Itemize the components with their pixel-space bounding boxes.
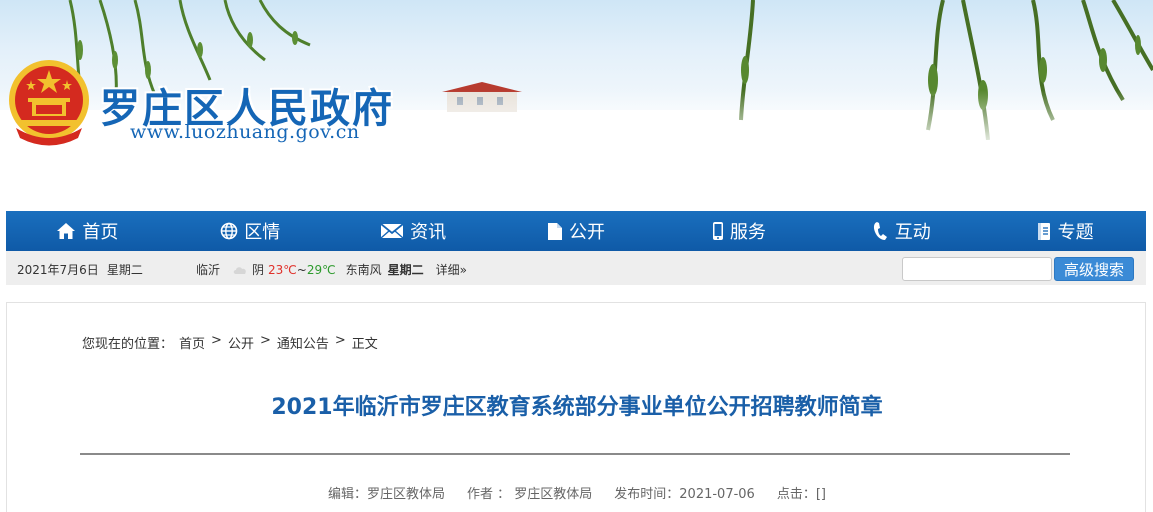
weather-widget: 临沂 阴 23℃ ~ 29℃ 东南风 星期二 详细» (196, 261, 467, 278)
meta-clicks: 点击：[] (776, 487, 826, 502)
header-banner: 罗庄区人民政府 www.luozhuang.gov.cn (0, 0, 1153, 210)
main-nav: 首页 区情 资讯 公开 服务 互动 专题 (6, 211, 1146, 251)
nav-label: 资讯 (410, 222, 447, 243)
nav-label: 公开 (569, 222, 605, 243)
breadcrumb-home[interactable]: 首页 (179, 333, 205, 352)
info-bar: 2021年7月6日 星期二 临沂 阴 23℃ ~ 29℃ 东南风 星期二 详细» … (6, 251, 1146, 285)
breadcrumb-prefix: 您现在的位置： (82, 337, 174, 352)
cloud-icon (233, 266, 246, 274)
breadcrumb-separator: > (211, 333, 222, 348)
breadcrumb-notices[interactable]: 通知公告 (277, 333, 329, 352)
article-title: 2021年临沂市罗庄区教育系统部分事业单位公开招聘教师简章 (271, 395, 883, 420)
search-input[interactable] (902, 257, 1052, 281)
mail-icon (380, 223, 404, 239)
weather-wind: 东南风 (345, 263, 382, 277)
weather-condition: 阴 (252, 263, 265, 277)
nav-item-service[interactable]: 服务 (657, 211, 820, 251)
advanced-search-button[interactable]: 高级搜索 (1054, 257, 1134, 281)
meta-author: 作者 ： 罗庄区教体局 (467, 487, 593, 502)
handset-icon (873, 222, 887, 240)
meta-publish-time: 发布时间：2021-07-06 (614, 487, 755, 502)
nav-item-district[interactable]: 区情 (169, 211, 332, 251)
nav-label: 互动 (894, 222, 931, 243)
temp-low: 29℃ (306, 262, 336, 277)
weather-detail-link[interactable]: 详细» (436, 261, 467, 278)
date-text: 2021年7月6日 (17, 263, 99, 277)
nav-label: 首页 (82, 222, 119, 243)
breadcrumb-separator: > (259, 333, 271, 348)
home-icon (57, 223, 76, 239)
breadcrumb-separator: > (334, 333, 346, 348)
document-icon (548, 222, 562, 240)
nav-item-public[interactable]: 公开 (495, 211, 658, 251)
nav-item-interact[interactable]: 互动 (820, 211, 983, 251)
nav-label: 服务 (729, 222, 766, 243)
book-icon (1037, 222, 1050, 240)
weather-city: 临沂 (196, 263, 221, 277)
temp-high: 23℃ (268, 262, 297, 277)
breadcrumb: 您现在的位置： 首页 > 公开 > 通知公告 > 正文 (82, 333, 378, 352)
nav-label: 区情 (244, 222, 281, 243)
weather-day: 星期二 (387, 263, 424, 277)
globe-icon (220, 222, 238, 240)
breadcrumb-public[interactable]: 公开 (228, 333, 254, 352)
meta-editor: 编辑：罗庄区教体局 (328, 487, 446, 502)
breadcrumb-current: 正文 (351, 337, 378, 352)
article-meta: 编辑：罗庄区教体局 作者 ： 罗庄区教体局 发布时间：2021-07-06 点击：[] (7, 483, 1147, 502)
nav-item-home[interactable]: 首页 (6, 211, 169, 251)
title-divider (80, 453, 1070, 455)
nav-item-news[interactable]: 资讯 (332, 211, 495, 251)
weekday-text: 星期二 (106, 263, 143, 277)
nav-item-topics[interactable]: 专题 (983, 211, 1146, 251)
nav-label: 专题 (1057, 222, 1094, 243)
site-url: www.luozhuang.gov.cn (130, 121, 360, 143)
date-display: 2021年7月6日 星期二 (17, 261, 143, 278)
phone-icon (712, 222, 723, 240)
national-emblem-icon (9, 60, 89, 146)
article-panel: 您现在的位置： 首页 > 公开 > 通知公告 > 正文 2021年临沂市罗庄区教… (6, 302, 1146, 512)
temp-separator: ~ (296, 262, 307, 277)
